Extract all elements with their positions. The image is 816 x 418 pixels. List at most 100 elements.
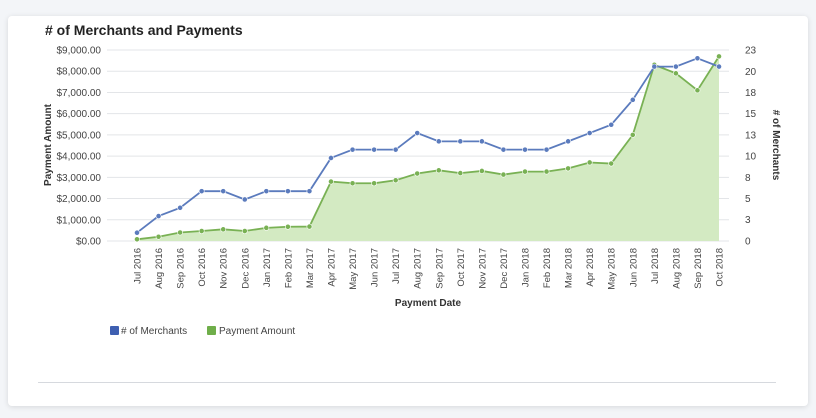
- payment-point: [543, 168, 550, 175]
- payment-point: [220, 226, 227, 233]
- payment-point: [263, 224, 270, 231]
- merchants-point: [608, 121, 615, 128]
- x-tick-label: Oct 2016: [197, 248, 208, 287]
- merchants-point: [328, 155, 334, 161]
- payment-point: [435, 167, 442, 174]
- merchants-point: [651, 63, 658, 70]
- merchants-point: [263, 188, 270, 195]
- payment-point: [500, 171, 507, 178]
- merchants-point: [586, 130, 593, 136]
- payment-point: [371, 180, 378, 187]
- payment-point: [177, 229, 184, 236]
- payment-point: [198, 228, 205, 234]
- payment-point: [414, 170, 421, 177]
- merchants-point: [349, 146, 356, 153]
- y-right-tick-label: 3: [745, 215, 751, 226]
- x-tick-label: Sep 2017: [434, 248, 445, 289]
- x-tick-label: Jul 2016: [133, 248, 144, 284]
- y-left-tick-label: $4,000.00: [57, 152, 102, 163]
- payment-point: [349, 180, 356, 187]
- merchants-point: [177, 204, 184, 211]
- payment-point: [457, 170, 464, 176]
- x-tick-label: Jul 2018: [650, 248, 661, 284]
- merchants-point: [284, 188, 291, 195]
- merchants-point: [134, 229, 140, 236]
- x-tick-label: Sep 2018: [693, 248, 704, 289]
- payment-point: [284, 223, 291, 230]
- y-right-tick-label: 20: [745, 67, 757, 78]
- payment-point: [306, 223, 313, 230]
- x-tick-label: Mar 2018: [564, 248, 575, 288]
- x-tick-label: Jun 2017: [370, 248, 381, 287]
- x-tick-label: Apr 2018: [585, 248, 596, 287]
- x-tick-label: Aug 2017: [413, 248, 424, 289]
- payment-area: [137, 56, 719, 241]
- merchants-point: [241, 196, 248, 203]
- y-left-tick-label: $1,000.00: [57, 215, 102, 226]
- merchants-point: [522, 146, 528, 153]
- payment-point: [241, 228, 248, 234]
- y-right-tick-label: 10: [745, 152, 757, 163]
- payment-point: [478, 168, 485, 174]
- x-tick-label: Feb 2017: [283, 248, 294, 288]
- payment-point: [608, 160, 615, 167]
- bottom-divider: [38, 382, 776, 383]
- combo-chart: $0.00 $1,000.00 $2,000.00 $3,000.00 $4,000.0…: [43, 46, 781, 338]
- x-axis-title: Payment Date: [395, 298, 462, 309]
- payment-point: [522, 168, 528, 175]
- y-right-tick-label: 18: [745, 88, 757, 99]
- merchants-point: [155, 213, 162, 219]
- merchants-point: [716, 63, 722, 70]
- payment-point: [155, 233, 162, 240]
- y-left-tick-label: $7,000.00: [57, 88, 102, 99]
- y-right-tick-label: 13: [745, 130, 757, 141]
- merchants-point: [694, 55, 701, 62]
- x-tick-label: Dec 2016: [240, 248, 251, 289]
- legend-label-merchants: # of Merchants: [121, 326, 187, 337]
- y-right-tick-label: 8: [745, 173, 751, 184]
- x-tick-label: Aug 2016: [154, 248, 165, 289]
- legend-swatch-payment: [207, 326, 216, 335]
- y-right-tick-label: 5: [745, 194, 751, 205]
- y-left-tick-label: $9,000.00: [57, 46, 102, 57]
- merchants-point: [435, 138, 442, 145]
- merchants-point: [198, 188, 205, 195]
- merchants-point: [565, 138, 572, 145]
- merchants-point: [220, 188, 227, 195]
- payment-point: [134, 236, 140, 243]
- x-tick-label: Dec 2017: [499, 248, 510, 289]
- x-tick-label: Sep 2016: [176, 248, 187, 289]
- merchants-point: [672, 63, 679, 70]
- y-left-tick-label: $5,000.00: [57, 130, 102, 141]
- payment-point: [629, 131, 636, 138]
- x-tick-label: Aug 2018: [671, 248, 682, 289]
- merchants-point: [543, 146, 550, 153]
- merchants-point: [306, 188, 313, 195]
- legend-swatch-merchants: [110, 326, 119, 335]
- x-tick-label: Nov 2017: [477, 248, 488, 289]
- merchants-point: [478, 138, 485, 145]
- payment-point: [328, 178, 334, 185]
- payment-point: [392, 177, 399, 184]
- y-left-tick-label: $8,000.00: [57, 67, 102, 78]
- merchants-point: [629, 96, 636, 103]
- merchants-point: [414, 130, 421, 136]
- payment-point: [586, 159, 593, 166]
- payment-point: [565, 165, 572, 172]
- x-tick-label: Oct 2018: [715, 248, 726, 287]
- legend-label-payment: Payment Amount: [219, 326, 295, 337]
- y-right-tick-label: 15: [745, 109, 757, 120]
- merchants-point: [457, 138, 464, 145]
- y-left-tick-label: $0.00: [76, 237, 101, 248]
- y-left-tick-label: $2,000.00: [57, 194, 102, 205]
- x-tick-label: Feb 2018: [542, 248, 553, 288]
- x-tick-label: Jun 2018: [628, 248, 639, 287]
- y-left-tick-label: $3,000.00: [57, 173, 102, 184]
- y-right-tick-label: 23: [745, 46, 757, 57]
- x-tick-label: Nov 2016: [219, 248, 230, 289]
- payment-point: [672, 70, 679, 77]
- merchants-point: [392, 146, 399, 153]
- y-right-tick-label: 0: [745, 237, 751, 248]
- x-tick-label: Mar 2017: [305, 248, 316, 288]
- y-right-axis-title: # of Merchants: [770, 110, 781, 181]
